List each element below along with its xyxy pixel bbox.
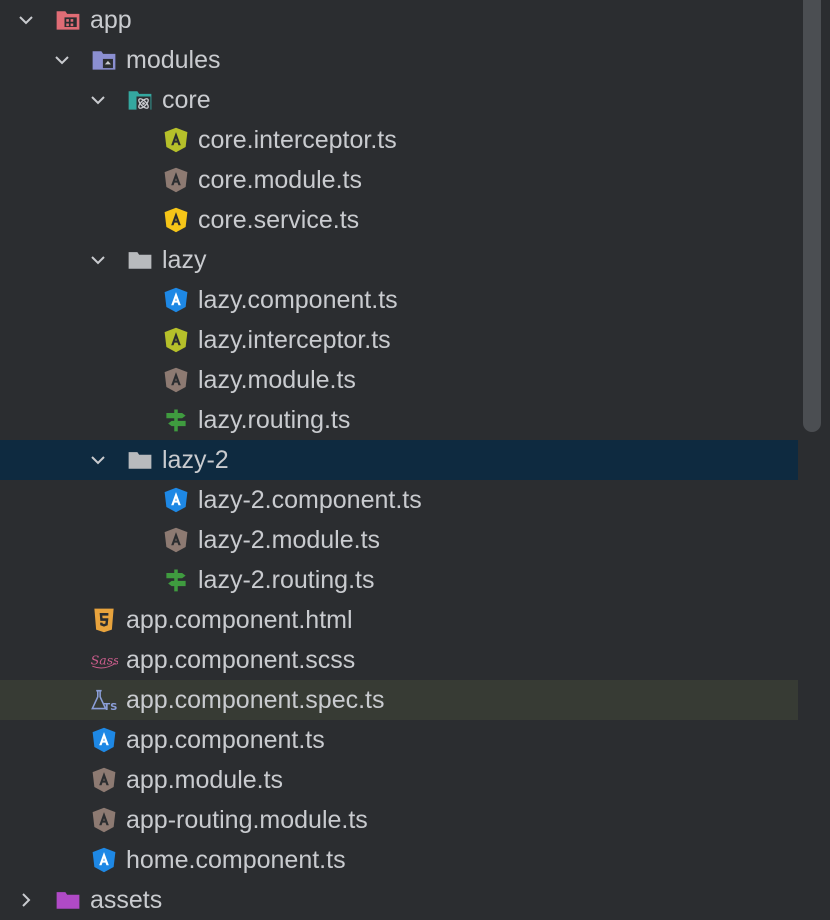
tree-item-label: core.service.ts: [198, 206, 360, 234]
folder-icon: [125, 245, 155, 275]
folder-icon: [125, 445, 155, 475]
core-folder-icon: [125, 85, 155, 115]
tree-row[interactable]: core.interceptor.ts: [0, 120, 798, 160]
tree-item-label: app.component.scss: [126, 646, 356, 674]
tree-item-label: lazy-2.module.ts: [198, 526, 381, 554]
tree-row[interactable]: lazy.component.ts: [0, 280, 798, 320]
html5-icon: [89, 605, 119, 635]
svg-text:TS: TS: [103, 702, 117, 713]
angular-module-icon: [89, 765, 119, 795]
routing-signpost-icon: [161, 565, 191, 595]
tree-item-label: core.module.ts: [198, 166, 362, 194]
tree-item-label: modules: [126, 46, 221, 74]
angular-component-icon: [89, 725, 119, 755]
angular-component-icon: [161, 285, 191, 315]
chevron-down-icon[interactable]: [87, 249, 109, 271]
tree-item-label: lazy: [162, 246, 207, 274]
app-folder-icon: [53, 5, 83, 35]
tree-row[interactable]: app-routing.module.ts: [0, 800, 798, 840]
tree-row[interactable]: lazy.routing.ts: [0, 400, 798, 440]
angular-module-icon: [161, 165, 191, 195]
tree-row[interactable]: lazy: [0, 240, 798, 280]
angular-service-icon: [161, 205, 191, 235]
tree-row[interactable]: lazy-2.module.ts: [0, 520, 798, 560]
chevron-down-icon[interactable]: [15, 9, 37, 31]
tree-item-label: lazy-2: [162, 446, 229, 474]
modules-folder-icon: [89, 45, 119, 75]
tree-item-label: lazy.interceptor.ts: [198, 326, 391, 354]
tree-row[interactable]: assets: [0, 880, 798, 920]
tree-item-label: app-routing.module.ts: [126, 806, 368, 834]
tree-row[interactable]: TS app.component.spec.ts: [0, 680, 798, 720]
tree-row[interactable]: lazy-2.routing.ts: [0, 560, 798, 600]
chevron-right-icon[interactable]: [15, 889, 37, 911]
tree-row[interactable]: app.component.ts: [0, 720, 798, 760]
project-tree: app modules core core.interceptor.ts core.mo…: [0, 0, 798, 914]
tree-row[interactable]: lazy-2: [0, 440, 798, 480]
tree-item-label: lazy.module.ts: [198, 366, 356, 394]
tree-item-label: lazy.routing.ts: [198, 406, 351, 434]
angular-interceptor-icon: [161, 325, 191, 355]
tree-item-label: app.component.spec.ts: [126, 686, 385, 714]
tree-item-label: app.module.ts: [126, 766, 284, 794]
tree-item-label: assets: [90, 886, 163, 914]
angular-interceptor-icon: [161, 125, 191, 155]
tree-row[interactable]: core.service.ts: [0, 200, 798, 240]
chevron-down-icon[interactable]: [87, 89, 109, 111]
tree-row[interactable]: lazy.module.ts: [0, 360, 798, 400]
tree-row[interactable]: home.component.ts: [0, 840, 798, 880]
tree-row[interactable]: core: [0, 80, 798, 120]
chevron-down-icon[interactable]: [87, 449, 109, 471]
test-flask-ts-icon: TS: [89, 685, 119, 715]
tree-row[interactable]: modules: [0, 40, 798, 80]
tree-item-label: app: [90, 6, 132, 34]
angular-module-icon: [89, 805, 119, 835]
angular-module-icon: [161, 525, 191, 555]
angular-component-icon: [161, 485, 191, 515]
tree-row[interactable]: app.component.html: [0, 600, 798, 640]
tree-row[interactable]: lazy-2.component.ts: [0, 480, 798, 520]
tree-item-label: lazy.component.ts: [198, 286, 398, 314]
sass-icon: Sass: [89, 645, 119, 675]
tree-item-label: lazy-2.component.ts: [198, 486, 422, 514]
tree-item-label: core.interceptor.ts: [198, 126, 397, 154]
angular-module-icon: [161, 365, 191, 395]
tree-item-label: core: [162, 86, 211, 114]
scrollbar-thumb[interactable]: [803, 0, 821, 432]
tree-item-label: lazy-2.routing.ts: [198, 566, 375, 594]
tree-item-label: app.component.html: [126, 606, 353, 634]
tree-row[interactable]: core.module.ts: [0, 160, 798, 200]
routing-signpost-icon: [161, 405, 191, 435]
tree-row[interactable]: app: [0, 0, 798, 40]
tree-row[interactable]: app.module.ts: [0, 760, 798, 800]
tree-item-label: app.component.ts: [126, 726, 325, 754]
svg-text:Sass: Sass: [91, 653, 118, 668]
assets-folder-icon: [53, 885, 83, 915]
angular-component-icon: [89, 845, 119, 875]
tree-row[interactable]: lazy.interceptor.ts: [0, 320, 798, 360]
tree-row[interactable]: Sass app.component.scss: [0, 640, 798, 680]
tree-item-label: home.component.ts: [126, 846, 346, 874]
chevron-down-icon[interactable]: [51, 49, 73, 71]
